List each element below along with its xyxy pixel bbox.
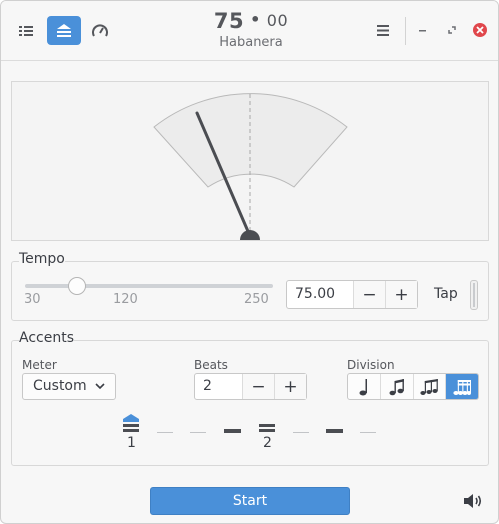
tap-button[interactable]	[470, 280, 478, 310]
accents-frame	[11, 340, 489, 466]
division-quarter-button[interactable]	[348, 374, 381, 399]
triplet-icon	[420, 378, 439, 395]
tempo-slider-track[interactable]	[25, 284, 273, 288]
restore-icon	[448, 26, 456, 34]
beat-number-2: 2	[263, 435, 272, 451]
list-icon	[19, 25, 33, 36]
meter-value: Custom	[33, 378, 87, 394]
speedometer-icon	[92, 23, 108, 37]
slider-tick-mid: 120	[113, 292, 138, 307]
title-block: 75 • 00 Habanera	[171, 9, 331, 50]
division-triplet-button[interactable]	[414, 374, 447, 399]
metronome-view-button[interactable]	[47, 16, 81, 45]
tempo-fraction: 00	[266, 11, 289, 30]
beat-off-icon[interactable]	[359, 414, 379, 454]
beat-off-icon[interactable]	[156, 414, 176, 454]
tempo-slider-handle[interactable]	[68, 277, 86, 295]
close-button[interactable]	[471, 21, 489, 39]
beat-normal-icon[interactable]	[223, 414, 243, 454]
list-button[interactable]	[9, 16, 43, 45]
tempo-decrease-button[interactable]: −	[353, 281, 385, 308]
preset-name: Habanera	[219, 35, 283, 50]
slider-tick-min: 30	[24, 292, 41, 307]
volume-icon[interactable]	[463, 492, 483, 510]
beat-off-icon[interactable]	[189, 414, 209, 454]
start-button[interactable]: Start	[150, 487, 350, 515]
minimize-icon	[419, 30, 426, 32]
beat-normal-icon[interactable]	[325, 414, 345, 454]
header-bar: 75 • 00 Habanera	[1, 1, 498, 61]
speedometer-button[interactable]	[83, 16, 117, 45]
metronome-icon	[57, 23, 71, 37]
tempo-gauge	[11, 81, 489, 241]
chevron-down-icon	[95, 383, 105, 390]
beat-off-icon[interactable]	[292, 414, 312, 454]
slider-tick-max: 250	[244, 292, 269, 307]
beats-value[interactable]: 2	[195, 374, 242, 399]
division-label: Division	[347, 358, 395, 372]
main-menu-button[interactable]	[366, 16, 400, 45]
beats-label: Beats	[194, 358, 228, 372]
close-icon	[473, 23, 487, 37]
restore-button[interactable]	[443, 21, 461, 39]
division-selector	[347, 373, 479, 400]
header-separator	[405, 17, 406, 45]
tempo-main: 75	[213, 9, 245, 33]
tempo-increase-button[interactable]: +	[385, 281, 417, 308]
tempo-value[interactable]: 75.00	[287, 281, 353, 308]
tap-label: Tap	[434, 286, 458, 302]
meter-label: Meter	[22, 358, 57, 372]
quarter-note-icon	[359, 378, 367, 395]
beats-spinbutton: 2 − +	[194, 373, 307, 400]
tempo-dot: •	[250, 10, 261, 29]
metronome-window: 75 • 00 Habanera Tempo 30 120 250 75.00 …	[0, 0, 499, 524]
minimize-button[interactable]	[414, 21, 432, 39]
sixteenth-notes-icon	[453, 379, 472, 395]
meter-dropdown[interactable]: Custom	[22, 373, 116, 400]
beats-decrease-button[interactable]: −	[242, 374, 274, 399]
accents-section-label: Accents	[19, 330, 74, 346]
eighth-notes-icon	[389, 378, 404, 395]
tempo-readout: 75 • 00	[171, 9, 331, 33]
division-eighth-button[interactable]	[381, 374, 414, 399]
tempo-spinbutton: 75.00 − +	[286, 280, 418, 309]
tempo-section-label: Tempo	[19, 251, 65, 267]
gauge-pivot	[240, 230, 260, 240]
hamburger-menu-icon	[377, 25, 389, 36]
beats-increase-button[interactable]: +	[274, 374, 306, 399]
gauge-svg	[153, 93, 348, 240]
beat-number-1: 1	[127, 435, 136, 451]
division-sixteenth-button[interactable]	[446, 374, 478, 399]
